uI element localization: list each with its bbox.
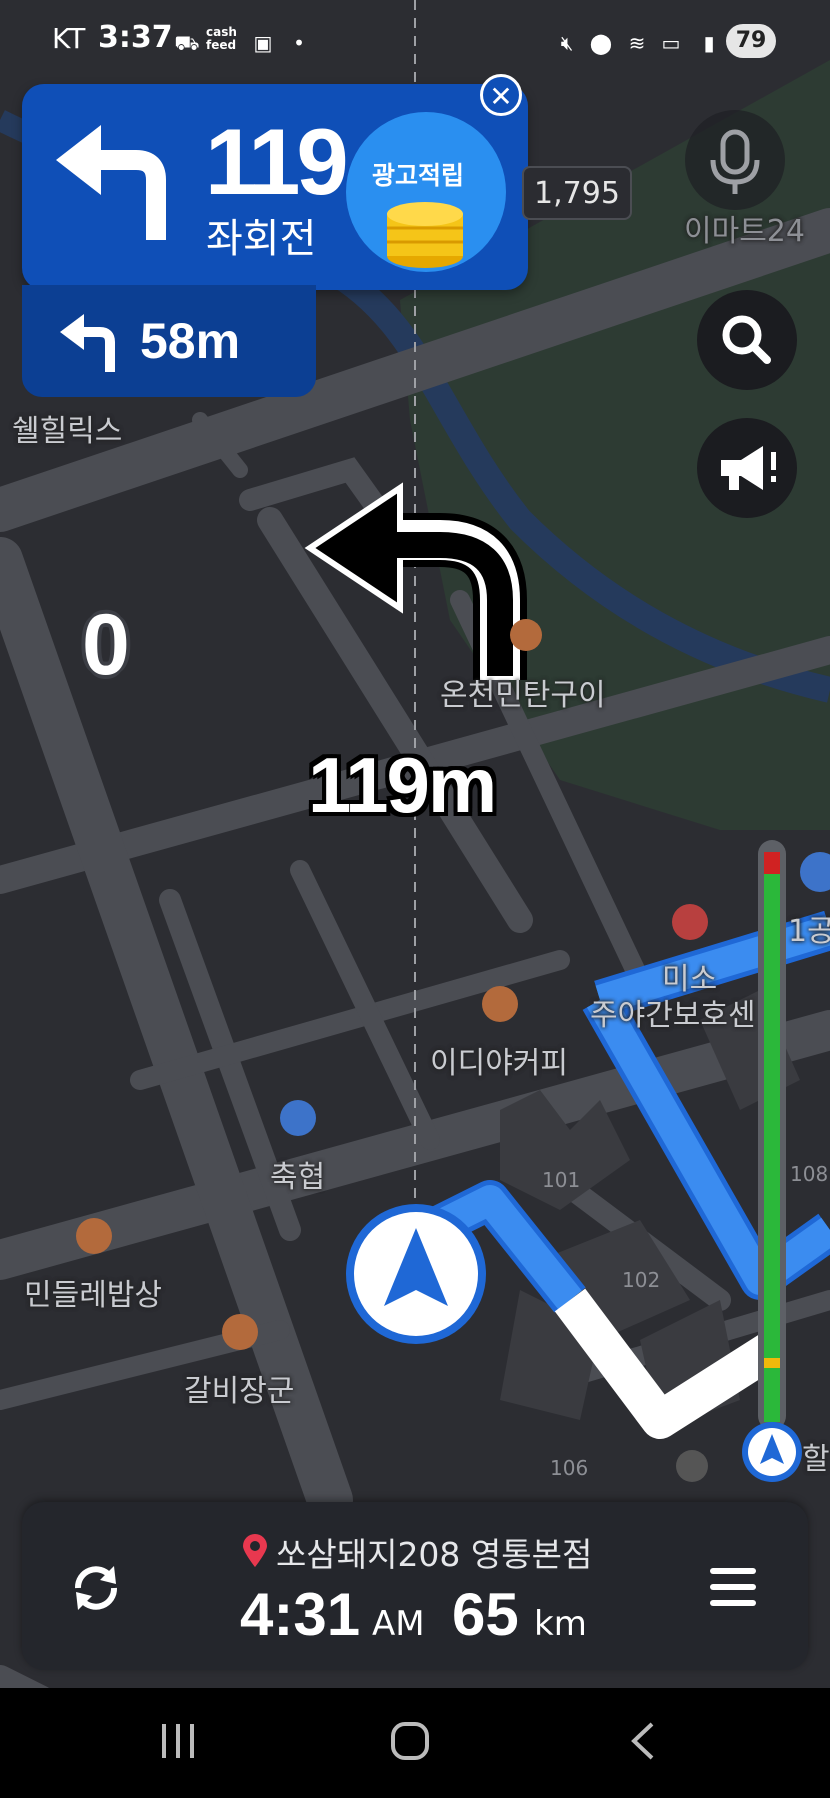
poi-galbi[interactable]: 갈비장군 [184,1366,294,1410]
coin-stack-icon [387,202,463,268]
dot-icon: • [293,31,305,55]
battery-indicator: 79 [726,24,776,58]
car-icon: ⛟ [174,31,200,55]
poi-ediya-coffee[interactable]: 이디야커피 [430,1038,568,1082]
eta-time: 4:31 [240,1581,361,1648]
status-time: 3:37 [98,20,173,55]
turn-distance: 119 [205,109,349,214]
turn-left-icon [56,125,166,240]
remaining-distance: 65 [452,1581,519,1648]
voice-button[interactable] [685,110,785,210]
distance-unit: km [534,1604,587,1644]
screenshot-icon: ▣ [253,31,273,55]
search-button[interactable] [697,290,797,390]
mute-icon: 🔇︎ [560,31,574,55]
building-number: 106 [550,1456,589,1480]
report-button[interactable] [697,418,797,518]
menu-icon[interactable] [706,1564,762,1610]
building-number: 108 [790,1162,829,1186]
home-icon[interactable] [388,1718,434,1764]
location-icon: ⬤ [589,31,613,55]
poi-miso-daycare-line2[interactable]: 주야간보호센 [590,990,756,1034]
signal-icon: ▮ [703,31,715,55]
microphone-icon [710,129,760,194]
location-pin-icon [243,1534,267,1567]
search-icon [722,315,771,364]
recent-apps-icon[interactable] [156,1718,202,1764]
hd-icon: ▭ [661,31,681,55]
current-speed: 0 [82,597,130,693]
close-icon[interactable]: ✕ [480,74,522,116]
system-navigation-bar [0,1688,830,1798]
poi-emart24[interactable]: 이마트24 [684,206,805,250]
turn-distance-overlay: 119m [308,741,497,829]
next-turn-left-icon [60,314,115,372]
turn-direction-label: 좌회전 [206,216,317,262]
poi-parking[interactable]: 1공 [788,906,830,950]
fuel-price-tag[interactable]: 1,795 [522,166,632,220]
wifi-icon: ≋ [628,31,646,55]
megaphone-icon [721,446,776,490]
reroute-icon[interactable] [66,1558,126,1618]
carrier-label: KT [52,22,86,55]
poi-right-edge[interactable]: 할 [802,1434,830,1478]
poi-nonghyup[interactable]: 축협 [270,1152,325,1196]
building-number: 101 [542,1168,581,1192]
poi-charcoal-bbq[interactable]: 온천민탄구이 [440,670,606,714]
status-bar: KT 3:37 ⛟ cash feed ▣ • 🔇︎ ⬤ ≋ ▭ ▮ 79 [0,0,830,84]
navigation-screen: KT 3:37 ⛟ cash feed ▣ • 🔇︎ ⬤ ≋ ▭ ▮ 79 11… [0,0,830,1798]
reward-ad-label: 광고적립 [372,161,465,190]
cashfeed-icon: cash feed [206,25,237,52]
destination-name: 쏘삼돼지208 영통본점 [276,1535,593,1574]
eta-ampm: AM [372,1604,425,1644]
poi-shell-hills[interactable]: 쉘힐릭스 [12,406,122,450]
back-icon[interactable] [622,1718,668,1764]
next-turn-distance: 58m [140,313,241,369]
building-number: 102 [622,1268,661,1292]
poi-dandelion-restaurant[interactable]: 민들레밥상 [24,1270,162,1314]
